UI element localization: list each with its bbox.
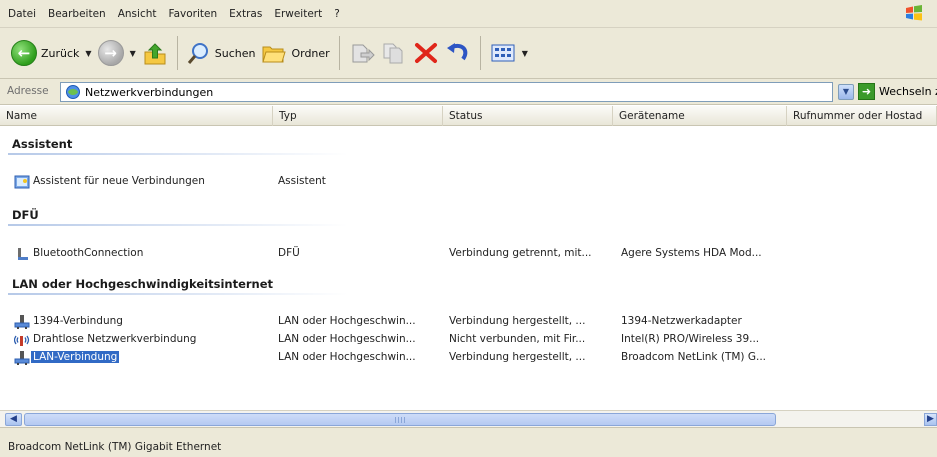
- go-arrow-icon: ➜: [858, 83, 875, 100]
- views-dropdown-icon[interactable]: ▼: [522, 49, 528, 58]
- group-divider: [8, 293, 348, 295]
- list-item[interactable]: Drahtlose Netzwerkverbindung LAN oder Ho…: [0, 332, 937, 349]
- item-type: Assistent: [278, 175, 326, 187]
- item-status: Verbindung hergestellt, ...: [449, 351, 586, 363]
- item-device: Intel(R) PRO/Wireless 39...: [621, 333, 760, 345]
- item-device: 1394-Netzwerkadapter: [621, 315, 742, 327]
- item-device: Broadcom NetLink (TM) G...: [621, 351, 767, 363]
- copy-to-icon: [383, 43, 403, 64]
- forward-button[interactable]: → ▼: [95, 35, 139, 71]
- back-label: Zurück: [41, 46, 80, 60]
- list-item[interactable]: Assistent für neue Verbindungen Assisten…: [0, 174, 937, 191]
- search-icon: [187, 43, 208, 64]
- go-label: Wechseln zu: [879, 85, 937, 98]
- menu-help[interactable]: ?: [328, 8, 346, 20]
- column-header-row: Name Typ Status Gerätename Rufnummer ode…: [0, 106, 937, 126]
- connections-list: Assistent Assistent für neue Verbindunge…: [0, 126, 937, 410]
- address-dropdown-icon[interactable]: ▼: [838, 84, 854, 100]
- lan-connection-icon: [14, 315, 30, 329]
- menu-datei[interactable]: Datei: [0, 8, 42, 20]
- network-connections-icon: [66, 85, 80, 99]
- folders-icon: [262, 46, 287, 63]
- group-header-lan: LAN oder Hochgeschwindigkeitsinternet: [12, 277, 274, 291]
- scroll-right-icon[interactable]: ▶: [924, 413, 937, 426]
- folders-label: Ordner: [291, 46, 330, 60]
- item-device: Agere Systems HDA Mod...: [621, 247, 762, 259]
- scroll-left-icon[interactable]: ◀: [5, 413, 22, 426]
- item-status: Verbindung getrennt, mit...: [449, 247, 592, 259]
- dialup-connection-icon: [18, 248, 28, 260]
- menu-erweitert[interactable]: Erweitert: [268, 8, 328, 20]
- status-text: Broadcom NetLink (TM) Gigabit Ethernet: [8, 441, 222, 453]
- up-button[interactable]: [139, 35, 171, 71]
- column-header-status[interactable]: Status: [443, 106, 613, 126]
- item-type: LAN oder Hochgeschwin...: [278, 333, 416, 345]
- item-status: Nicht verbunden, mit Fir...: [449, 333, 586, 345]
- list-item[interactable]: 1394-Verbindung LAN oder Hochgeschwin...…: [0, 314, 937, 331]
- back-button[interactable]: ← Zurück ▼: [8, 35, 95, 71]
- group-header-assistent: Assistent: [12, 137, 73, 151]
- address-label: Adresse: [7, 85, 49, 97]
- menu-favoriten[interactable]: Favoriten: [163, 8, 224, 20]
- column-header-name[interactable]: Name: [0, 106, 273, 126]
- menu-extras[interactable]: Extras: [223, 8, 268, 20]
- scroll-grip-icon: [395, 417, 407, 423]
- go-button[interactable]: ➜ Wechseln zu: [858, 83, 937, 100]
- search-label: Suchen: [214, 46, 256, 60]
- delete-x-icon: [414, 43, 437, 63]
- item-type: LAN oder Hochgeschwin...: [278, 315, 416, 327]
- menu-bar: Datei Bearbeiten Ansicht Favoriten Extra…: [0, 0, 937, 28]
- item-type: LAN oder Hochgeschwin...: [278, 351, 416, 363]
- search-button[interactable]: Suchen: [184, 35, 259, 71]
- back-dropdown-icon[interactable]: ▼: [85, 49, 91, 58]
- item-name: Drahtlose Netzwerkverbindung: [33, 333, 197, 345]
- views-icon: [491, 44, 515, 62]
- item-name: 1394-Verbindung: [33, 315, 123, 327]
- item-type: DFÜ: [278, 247, 300, 259]
- copy-to-button[interactable]: [378, 35, 410, 71]
- toolbar-separator: [338, 36, 340, 70]
- item-name: BluetoothConnection: [33, 247, 144, 259]
- forward-dropdown-icon[interactable]: ▼: [130, 49, 136, 58]
- list-item[interactable]: BluetoothConnection DFÜ Verbindung getre…: [0, 246, 937, 263]
- item-name: Assistent für neue Verbindungen: [33, 175, 205, 187]
- group-header-dfu: DFÜ: [12, 208, 39, 222]
- column-header-device[interactable]: Gerätename: [613, 106, 787, 126]
- menu-bearbeiten[interactable]: Bearbeiten: [42, 8, 112, 20]
- group-divider: [8, 224, 348, 226]
- horizontal-scrollbar[interactable]: ◀ ▶: [0, 410, 937, 427]
- list-item-selected[interactable]: LAN-Verbindung LAN oder Hochgeschwin... …: [0, 350, 937, 367]
- delete-button[interactable]: [410, 35, 442, 71]
- address-input[interactable]: Netzwerkverbindungen: [60, 82, 833, 102]
- address-value: Netzwerkverbindungen: [85, 85, 214, 99]
- group-divider: [8, 153, 348, 155]
- wireless-connection-icon: [14, 335, 30, 346]
- undo-button[interactable]: [442, 35, 474, 71]
- item-name: LAN-Verbindung: [31, 351, 120, 363]
- lan-connection-icon: [14, 351, 30, 365]
- scroll-thumb[interactable]: [24, 413, 776, 426]
- back-arrow-icon: ←: [11, 40, 37, 66]
- wizard-icon: [14, 175, 30, 189]
- undo-icon: [446, 43, 468, 61]
- column-header-type[interactable]: Typ: [273, 106, 443, 126]
- move-to-icon: [352, 44, 375, 63]
- column-header-phone-host[interactable]: Rufnummer oder Hostad: [787, 106, 937, 126]
- menu-ansicht[interactable]: Ansicht: [112, 8, 163, 20]
- folder-up-icon: [144, 43, 166, 65]
- item-status: Verbindung hergestellt, ...: [449, 315, 586, 327]
- address-bar: Adresse Netzwerkverbindungen ▼ ➜ Wechsel…: [0, 79, 937, 105]
- windows-logo-icon: [906, 5, 922, 21]
- toolbar: ← Zurück ▼ → ▼ Suchen Ordner ▼: [0, 28, 937, 79]
- toolbar-separator: [479, 36, 481, 70]
- forward-arrow-icon: →: [97, 40, 124, 66]
- views-button[interactable]: ▼: [487, 35, 531, 71]
- move-to-button[interactable]: [346, 35, 378, 71]
- folders-button[interactable]: Ordner: [258, 35, 332, 71]
- toolbar-separator: [176, 36, 178, 70]
- status-bar: Broadcom NetLink (TM) Gigabit Ethernet: [0, 427, 937, 457]
